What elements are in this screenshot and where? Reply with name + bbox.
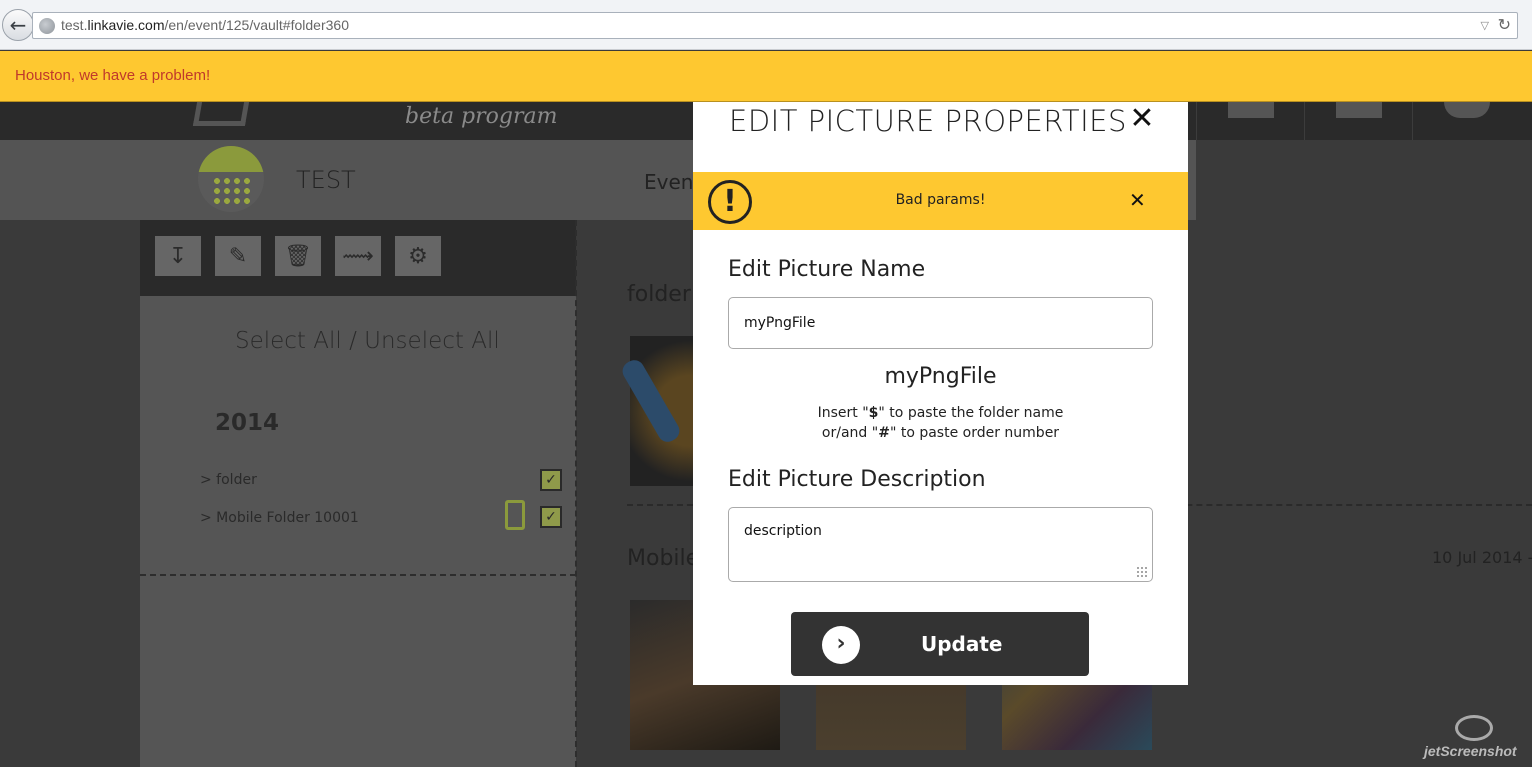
- settings-icon[interactable]: ⚙: [395, 236, 441, 276]
- mobile-section-title: Mobile: [627, 546, 700, 571]
- mobile-phone-icon: [505, 500, 525, 530]
- header-divider: [1412, 102, 1413, 140]
- alert-message: Bad params!: [895, 192, 986, 208]
- update-button[interactable]: › Update: [791, 612, 1089, 676]
- folder-tree-item[interactable]: > Mobile Folder 10001: [200, 510, 359, 526]
- watermark-eye-icon: [1455, 715, 1493, 741]
- folder-tree-item[interactable]: > folder: [200, 472, 257, 488]
- folder-section-title: folder: [627, 282, 691, 307]
- picture-description-textarea[interactable]: description: [728, 507, 1153, 582]
- folder-checkbox[interactable]: ✓: [540, 506, 562, 528]
- address-bar[interactable]: test.linkavie.com/en/event/125/vault#fol…: [32, 12, 1518, 39]
- hint-line-2: or/and "#" to paste order number: [821, 425, 1060, 441]
- divider: [575, 220, 577, 767]
- back-arrow-icon[interactable]: ←: [2, 9, 34, 41]
- description-text: description: [744, 523, 822, 539]
- reload-icon[interactable]: ↻: [1498, 15, 1511, 34]
- beta-label: beta program: [405, 104, 558, 129]
- event-avatar: [198, 146, 264, 212]
- update-label: Update: [921, 632, 1003, 656]
- description-label: Edit Picture Description: [728, 467, 986, 492]
- close-icon[interactable]: ✕: [1125, 102, 1159, 136]
- picture-name-input[interactable]: [728, 297, 1153, 349]
- edit-icon[interactable]: ✎: [215, 236, 261, 276]
- resize-grip-icon[interactable]: [1136, 566, 1148, 578]
- logo-icon: [192, 102, 250, 126]
- header-divider: [1196, 102, 1197, 140]
- folder-panel: [140, 296, 576, 767]
- trash-icon[interactable]: 🗑: [275, 236, 321, 276]
- modal-error-alert: ! Bad params! ✕: [693, 172, 1188, 230]
- hint-line-1: Insert "$" to paste the folder name: [817, 405, 1064, 421]
- global-error-banner: Houston, we have a problem!: [0, 51, 1532, 102]
- share-icon[interactable]: ⟿: [335, 236, 381, 276]
- year-heading: 2014: [215, 410, 280, 436]
- watermark-text: jetScreenshot: [1424, 743, 1517, 759]
- grid-icon[interactable]: [1336, 102, 1382, 118]
- global-error-text: Houston, we have a problem!: [15, 67, 211, 84]
- alert-close-icon[interactable]: ✕: [1129, 188, 1146, 212]
- globe-icon: [39, 18, 55, 34]
- url-text: test.linkavie.com/en/event/125/vault#fol…: [61, 17, 349, 33]
- picture-icon[interactable]: [1228, 102, 1274, 118]
- modal-title: EDIT PICTURE PROPERTIES: [729, 104, 1127, 138]
- edit-picture-modal: EDIT PICTURE PROPERTIES ✕ ! Bad params! …: [693, 102, 1188, 685]
- dropdown-icon[interactable]: ▽: [1481, 19, 1489, 32]
- name-label: Edit Picture Name: [728, 257, 926, 282]
- download-icon[interactable]: ↧: [155, 236, 201, 276]
- subheader-right: [1196, 140, 1532, 220]
- chevron-right-icon: ›: [822, 626, 860, 664]
- section-date: 10 Jul 2014 -: [1432, 548, 1532, 567]
- divider: [140, 574, 576, 576]
- select-all-link[interactable]: Select All / Unselect All: [235, 328, 500, 354]
- header-divider: [1304, 102, 1305, 140]
- name-preview: myPngFile: [884, 364, 997, 389]
- browser-toolbar: ← test.linkavie.com/en/event/125/vault#f…: [0, 0, 1532, 50]
- event-name: TEST: [296, 166, 356, 194]
- folder-checkbox[interactable]: ✓: [540, 469, 562, 491]
